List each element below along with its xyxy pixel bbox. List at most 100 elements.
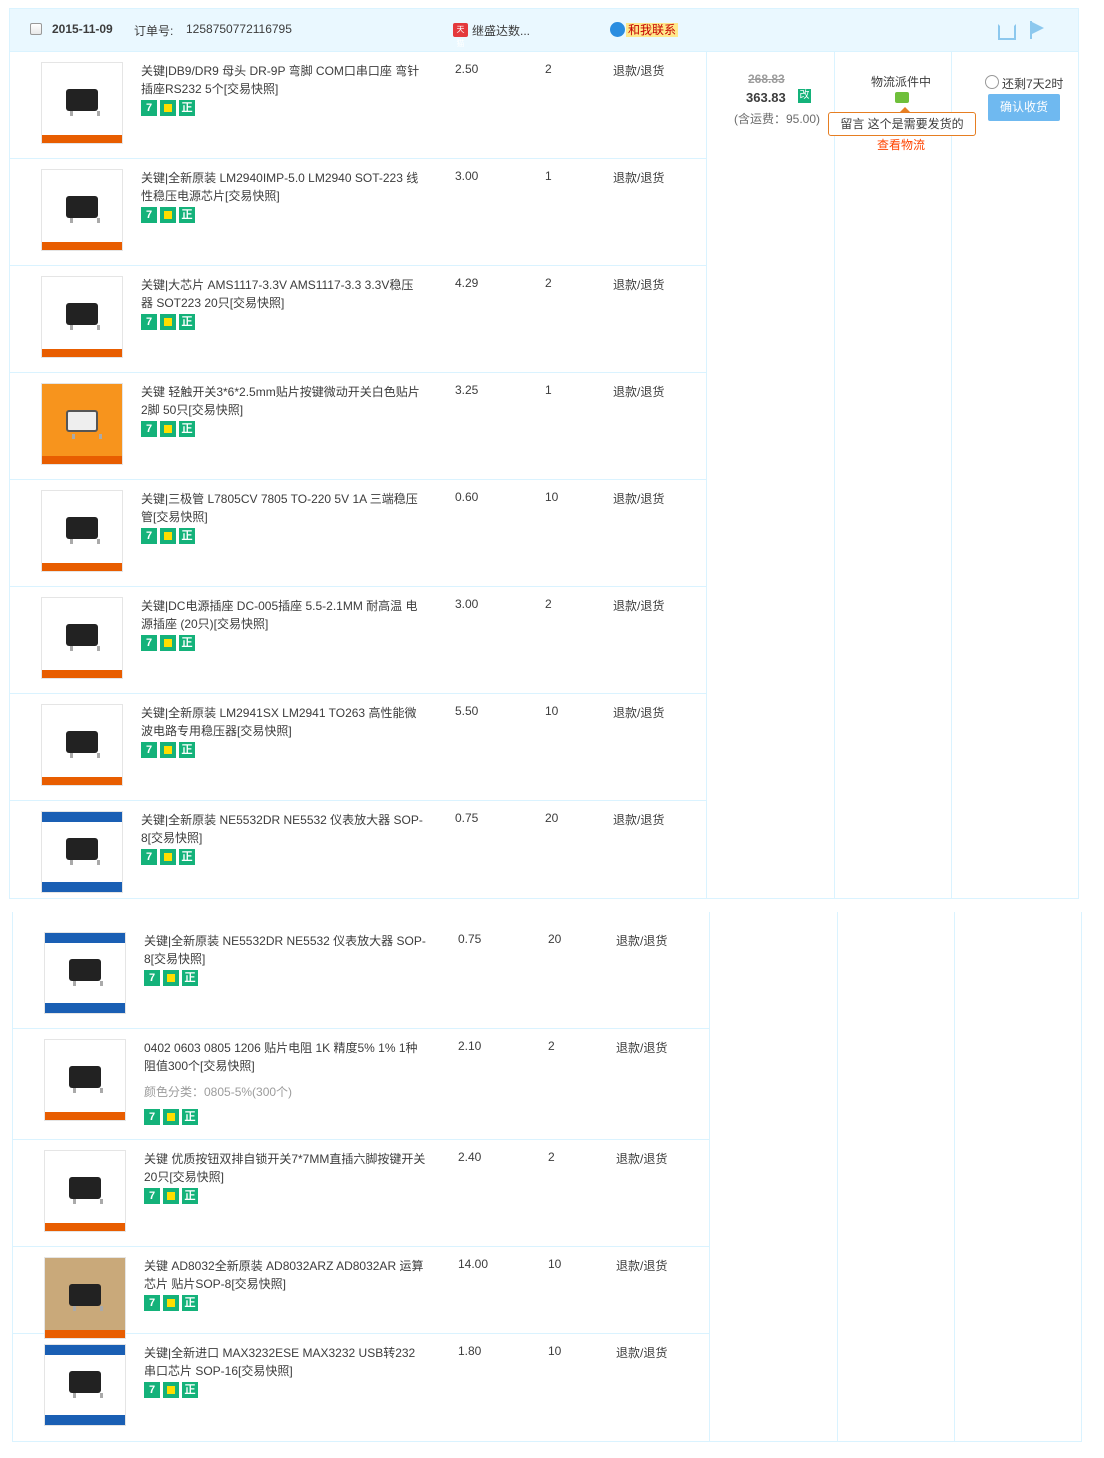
- guarantee-icon[interactable]: [160, 849, 176, 865]
- product-thumbnail[interactable]: [44, 1039, 126, 1121]
- product-title-link[interactable]: 关键|全新原装 LM2941SX LM2941 TO263 高性能微波电路专用稳…: [141, 704, 423, 740]
- seven-day-return-icon[interactable]: 7: [141, 421, 157, 437]
- refund-link[interactable]: 退款/退货: [616, 1150, 667, 1167]
- genuine-icon[interactable]: 正: [179, 100, 195, 116]
- message-icon[interactable]: [895, 92, 909, 103]
- product-title-link[interactable]: 关键|DC电源插座 DC-005插座 5.5-2.1MM 耐高温 电源插座 (2…: [141, 597, 423, 633]
- seven-day-return-icon[interactable]: 7: [141, 314, 157, 330]
- product-title-link[interactable]: 关键|全新原装 NE5532DR NE5532 仪表放大器 SOP-8[交易快照…: [144, 932, 426, 968]
- product-thumbnail[interactable]: [41, 169, 123, 251]
- unit-price: 3.00: [455, 597, 479, 611]
- refund-link[interactable]: 退款/退货: [613, 704, 664, 721]
- guarantee-icon[interactable]: [163, 970, 179, 986]
- refund-link[interactable]: 退款/退货: [613, 169, 664, 186]
- guarantee-icon[interactable]: [163, 1382, 179, 1398]
- refund-link[interactable]: 退款/退货: [613, 811, 664, 828]
- shipping-fee: (含运费：95.00): [734, 112, 821, 126]
- product-title-link[interactable]: 关键|全新原装 NE5532DR NE5532 仪表放大器 SOP-8[交易快照…: [141, 811, 423, 847]
- product-title-link[interactable]: 关键|全新进口 MAX3232ESE MAX3232 USB转232 串口芯片 …: [144, 1344, 426, 1380]
- guarantee-icon[interactable]: [160, 421, 176, 437]
- refund-link[interactable]: 退款/退货: [613, 490, 664, 507]
- logistics-status: 物流派件中: [871, 75, 932, 89]
- unit-price: 2.50: [455, 62, 479, 76]
- genuine-icon[interactable]: 正: [179, 314, 195, 330]
- genuine-icon[interactable]: 正: [182, 1382, 198, 1398]
- countdown-text: 还剩7天2时: [1002, 77, 1064, 91]
- seven-day-return-icon[interactable]: 7: [144, 1109, 160, 1125]
- genuine-icon[interactable]: 正: [179, 742, 195, 758]
- seven-day-return-icon[interactable]: 7: [144, 970, 160, 986]
- refund-link[interactable]: 退款/退货: [613, 383, 664, 400]
- refund-link[interactable]: 退款/退货: [616, 932, 667, 949]
- product-title-link[interactable]: 关键|全新原装 LM2940IMP-5.0 LM2940 SOT-223 线性稳…: [141, 169, 423, 205]
- share-icon[interactable]: [998, 24, 1016, 40]
- product-title-link[interactable]: 关键 AD8032全新原装 AD8032ARZ AD8032AR 运算芯片 贴片…: [144, 1257, 426, 1293]
- guarantee-icon[interactable]: [163, 1188, 179, 1204]
- product-thumbnail[interactable]: [41, 704, 123, 786]
- refund-link[interactable]: 退款/退货: [616, 1039, 667, 1056]
- order-checkbox[interactable]: [30, 23, 42, 35]
- seven-day-return-icon[interactable]: 7: [144, 1188, 160, 1204]
- guarantee-icon[interactable]: [163, 1295, 179, 1311]
- genuine-icon[interactable]: 正: [179, 207, 195, 223]
- guarantee-icon[interactable]: [160, 100, 176, 116]
- product-title-link[interactable]: 关键 优质按钮双排自锁开关7*7MM直插六脚按键开关 20只[交易快照]: [144, 1150, 426, 1186]
- seven-day-return-icon[interactable]: 7: [141, 635, 157, 651]
- genuine-icon[interactable]: 正: [182, 1188, 198, 1204]
- product-thumbnail[interactable]: [44, 1344, 126, 1426]
- order-number: 1258750772116795: [186, 22, 292, 36]
- contact-seller-link[interactable]: 和我联系: [626, 23, 679, 37]
- genuine-icon[interactable]: 正: [182, 1295, 198, 1311]
- seven-day-return-icon[interactable]: 7: [141, 742, 157, 758]
- genuine-icon[interactable]: 正: [179, 849, 195, 865]
- seven-day-return-icon[interactable]: 7: [141, 849, 157, 865]
- unit-price: 0.75: [458, 932, 482, 946]
- refund-link[interactable]: 退款/退货: [613, 276, 664, 293]
- genuine-icon[interactable]: 正: [182, 970, 198, 986]
- seven-day-return-icon[interactable]: 7: [141, 100, 157, 116]
- shop-name-link[interactable]: 继盛达数...: [472, 22, 530, 39]
- product-thumbnail[interactable]: [44, 1150, 126, 1232]
- product-thumbnail[interactable]: [41, 490, 123, 572]
- refund-link[interactable]: 退款/退货: [616, 1257, 667, 1274]
- product-title-link[interactable]: 关键 轻触开关3*6*2.5mm贴片按键微动开关白色贴片2脚 50只[交易快照]: [141, 383, 423, 419]
- confirm-receipt-button[interactable]: 确认收货: [988, 94, 1060, 121]
- seven-day-return-icon[interactable]: 7: [144, 1382, 160, 1398]
- product-thumbnail[interactable]: [41, 597, 123, 679]
- refund-link[interactable]: 退款/退货: [616, 1344, 667, 1361]
- product-thumbnail[interactable]: [41, 383, 123, 465]
- quantity: 2: [545, 276, 552, 290]
- product-thumbnail[interactable]: [41, 62, 123, 144]
- original-price: 268.83: [748, 72, 785, 86]
- product-title-link[interactable]: 关键|DB9/DR9 母头 DR-9P 弯脚 COM口串口座 弯针插座RS232…: [141, 62, 423, 98]
- guarantee-icon[interactable]: [163, 1109, 179, 1125]
- genuine-icon[interactable]: 正: [179, 635, 195, 651]
- product-title-link[interactable]: 关键|三极管 L7805CV 7805 TO-220 5V 1A 三端稳压管[交…: [141, 490, 423, 526]
- product-thumbnail[interactable]: [44, 1257, 126, 1339]
- contact-icon[interactable]: [610, 22, 625, 37]
- view-logistics-link[interactable]: 查看物流: [877, 136, 925, 153]
- guarantee-icon[interactable]: [160, 635, 176, 651]
- seven-day-return-icon[interactable]: 7: [141, 207, 157, 223]
- item-row: 关键|大芯片 AMS1117-3.3V AMS1117-3.3 3.3V稳压器 …: [10, 266, 706, 373]
- genuine-icon[interactable]: 正: [182, 1109, 198, 1125]
- product-thumbnail[interactable]: [41, 276, 123, 358]
- product-thumbnail[interactable]: [44, 932, 126, 1014]
- guarantee-icon[interactable]: [160, 314, 176, 330]
- genuine-icon[interactable]: 正: [179, 528, 195, 544]
- unit-price: 2.10: [458, 1039, 482, 1053]
- seven-day-return-icon[interactable]: 7: [141, 528, 157, 544]
- guarantee-icon[interactable]: [160, 742, 176, 758]
- product-title-link[interactable]: 关键|大芯片 AMS1117-3.3V AMS1117-3.3 3.3V稳压器 …: [141, 276, 423, 312]
- refund-link[interactable]: 退款/退货: [613, 597, 664, 614]
- flag-icon[interactable]: [1030, 21, 1044, 39]
- guarantee-icon[interactable]: [160, 207, 176, 223]
- service-badges: 7正: [144, 1382, 201, 1398]
- service-badges: 7正: [141, 742, 198, 758]
- guarantee-icon[interactable]: [160, 528, 176, 544]
- product-thumbnail[interactable]: [41, 811, 123, 893]
- genuine-icon[interactable]: 正: [179, 421, 195, 437]
- refund-link[interactable]: 退款/退货: [613, 62, 664, 79]
- product-title-link[interactable]: 0402 0603 0805 1206 贴片电阻 1K 精度5% 1% 1种阻值…: [144, 1039, 426, 1075]
- seven-day-return-icon[interactable]: 7: [144, 1295, 160, 1311]
